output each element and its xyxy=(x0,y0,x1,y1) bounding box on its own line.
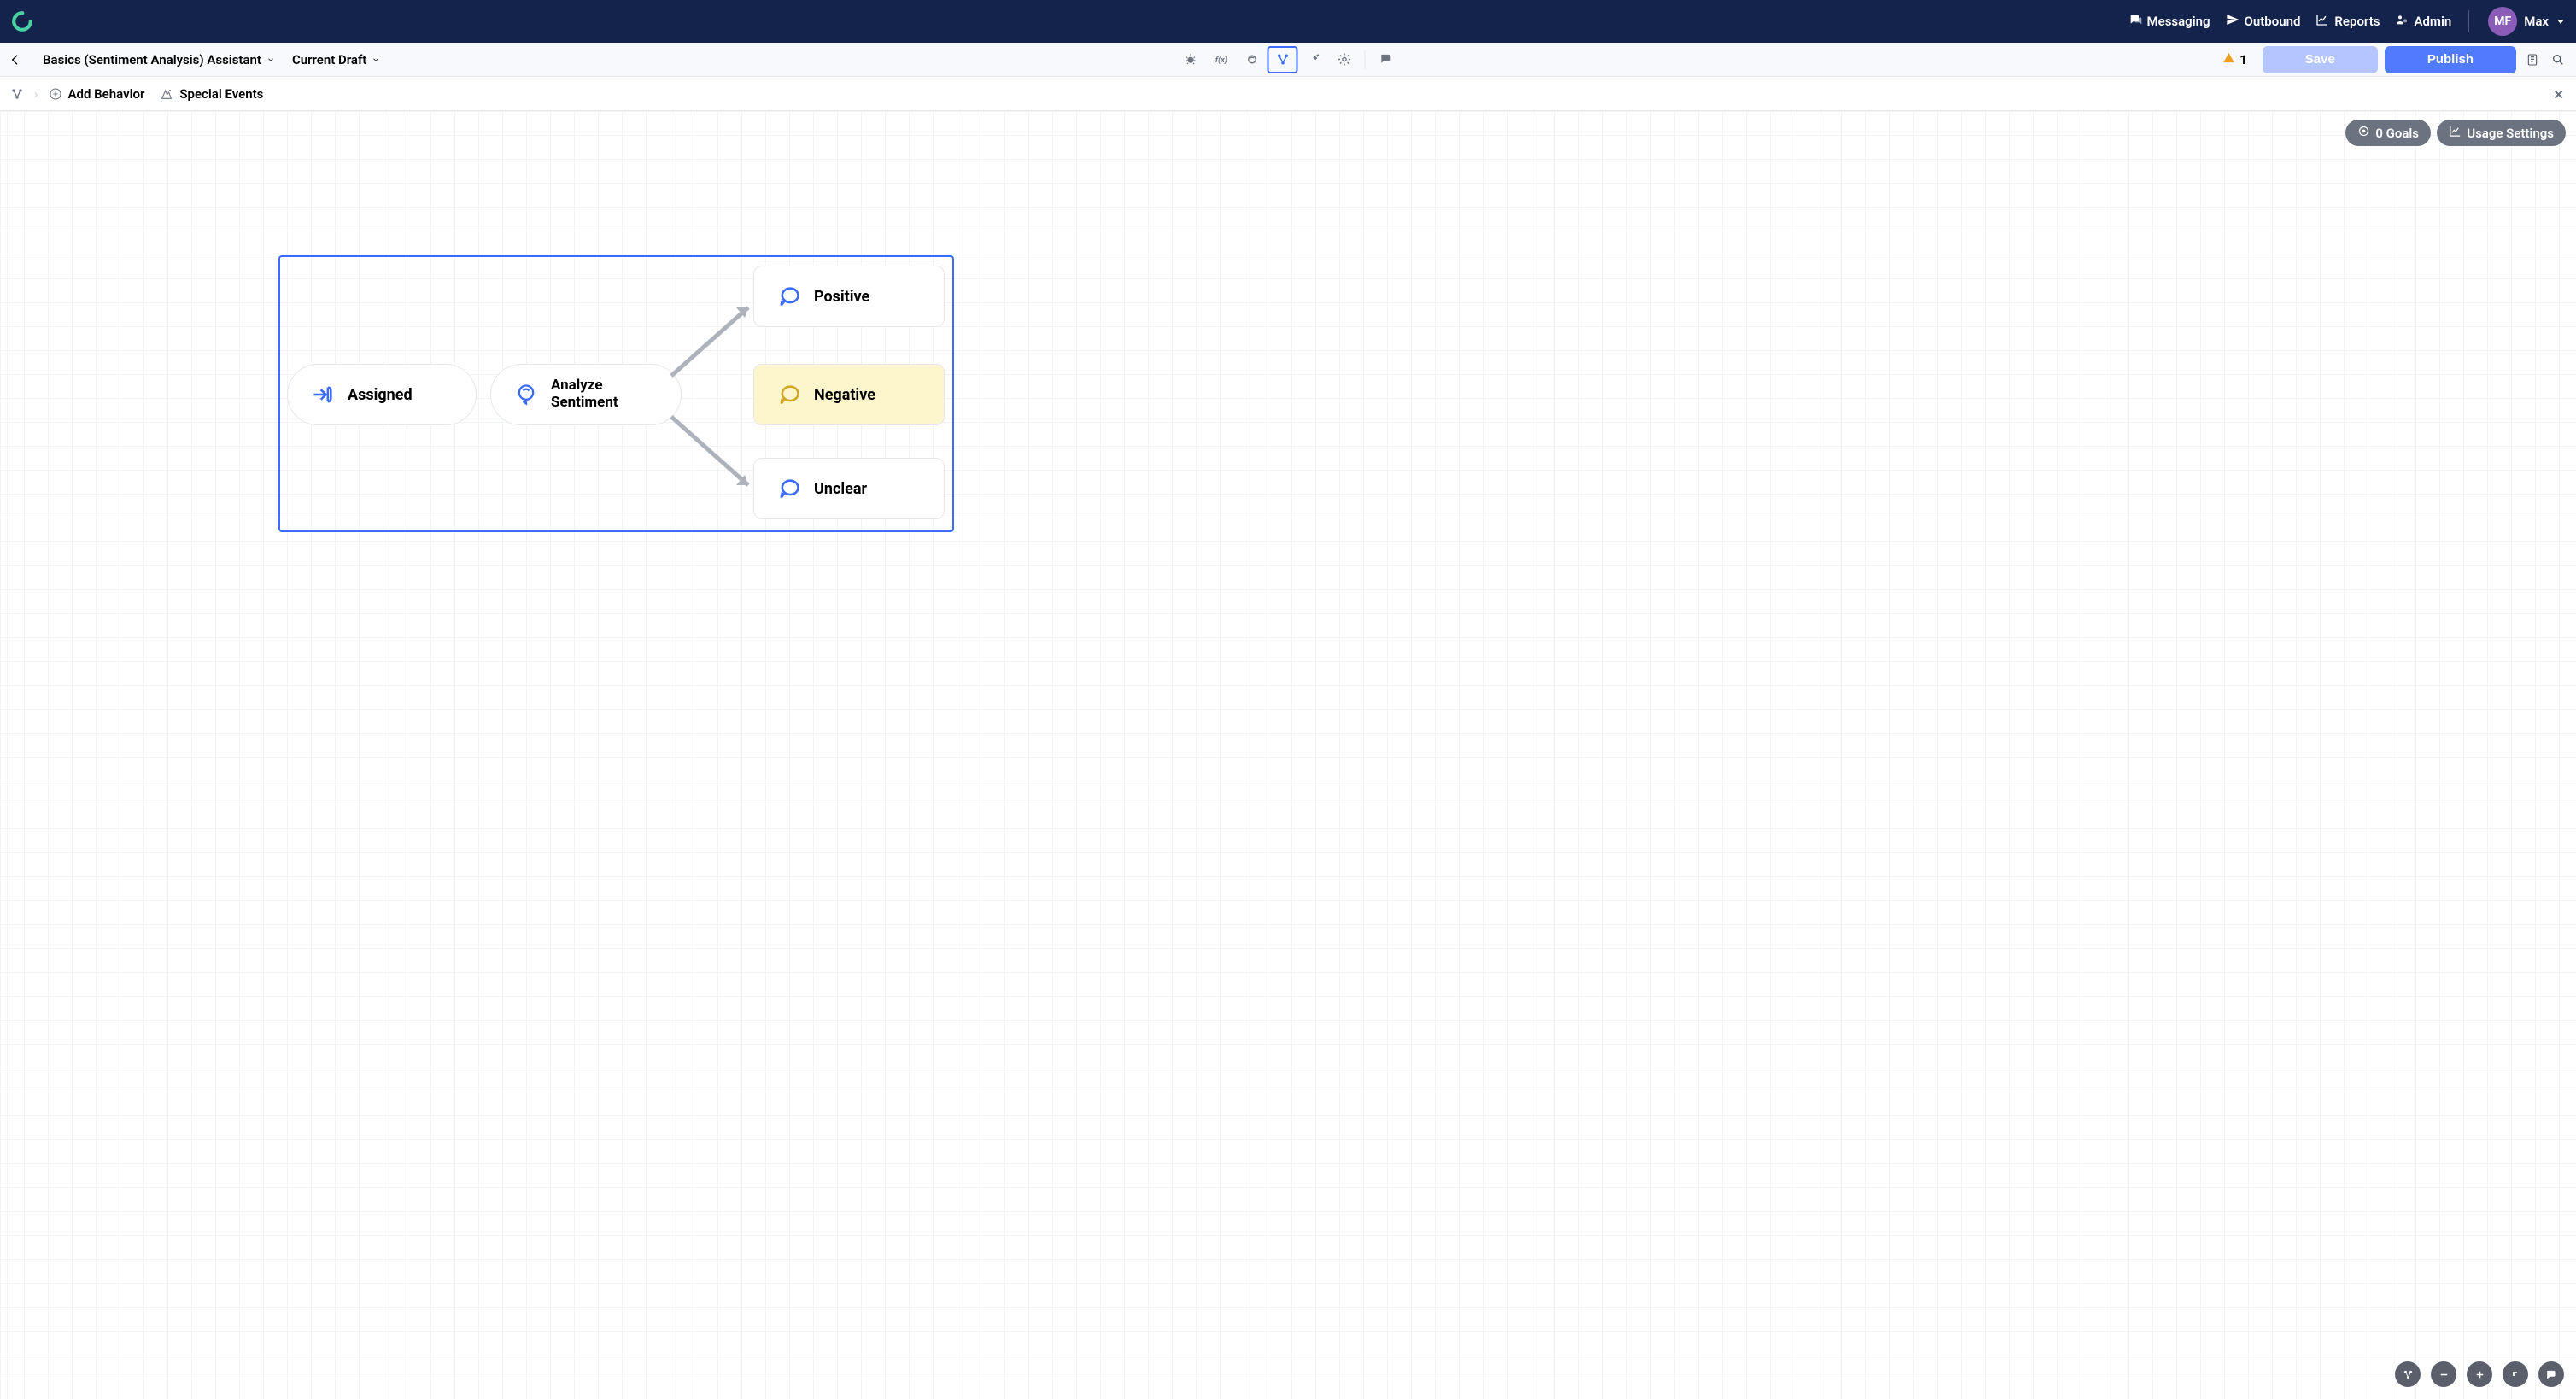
fit-view-button[interactable] xyxy=(2395,1361,2421,1387)
function-tool[interactable]: f(x) xyxy=(1206,46,1237,73)
avatar: MF xyxy=(2488,7,2517,36)
ai-tool[interactable] xyxy=(1237,46,1268,73)
nav-label: Reports xyxy=(2334,14,2380,29)
publish-button[interactable]: Publish xyxy=(2385,46,2516,73)
diagram-mode[interactable] xyxy=(10,87,24,101)
node-label-line: Analyze xyxy=(551,378,618,395)
special-events[interactable]: Special Events xyxy=(160,86,263,102)
nav-outbound[interactable]: Outbound xyxy=(2226,13,2301,30)
save-button[interactable]: Save xyxy=(2263,46,2378,73)
warning-number: 1 xyxy=(2239,52,2247,67)
chart-icon xyxy=(2449,125,2462,141)
node-unclear[interactable]: Unclear xyxy=(753,458,945,519)
notes-button[interactable] xyxy=(2523,50,2542,69)
pill-label: Usage Settings xyxy=(2467,126,2554,141)
comment-icon xyxy=(776,476,802,501)
comments-tool[interactable] xyxy=(1371,46,1402,73)
node-assigned[interactable]: Assigned xyxy=(287,364,477,425)
node-label: Negative xyxy=(814,386,875,404)
warning-icon xyxy=(2222,51,2235,67)
toolbar-right: 1 Save Publish xyxy=(2222,46,2567,73)
zoom-out-button[interactable] xyxy=(2431,1361,2456,1387)
top-nav: Messaging Outbound Reports Admin MF Max xyxy=(0,0,2576,43)
comment-icon xyxy=(776,382,802,407)
avatar-initials: MF xyxy=(2494,15,2511,28)
fullscreen-button[interactable] xyxy=(2503,1361,2528,1387)
user-menu[interactable]: MF Max xyxy=(2488,7,2564,36)
chat-button[interactable] xyxy=(2538,1361,2564,1387)
breadcrumb-assistant[interactable]: Basics (Sentiment Analysis) Assistant xyxy=(34,52,284,67)
warning-count[interactable]: 1 xyxy=(2222,51,2247,67)
pill-label: 0 Goals xyxy=(2375,126,2419,141)
app-logo[interactable] xyxy=(10,9,34,33)
breadcrumb-label: Current Draft xyxy=(292,52,366,67)
target-icon xyxy=(2357,125,2370,141)
nav-label: Outbound xyxy=(2245,14,2301,29)
goals-pill[interactable]: 0 Goals xyxy=(2345,120,2431,146)
paper-plane-icon xyxy=(2226,13,2239,30)
breadcrumb-label: Basics (Sentiment Analysis) Assistant xyxy=(43,52,261,67)
toolbar-tool-group: f(x) xyxy=(1175,46,1402,73)
strip-label: Special Events xyxy=(179,86,263,102)
strip-label: Add Behavior xyxy=(68,86,145,102)
close-button[interactable]: ✕ xyxy=(2553,87,2564,102)
chevron-right-icon: › xyxy=(34,86,38,102)
canvas-controls xyxy=(2395,1361,2564,1387)
node-negative[interactable]: Negative xyxy=(753,364,945,425)
node-label: Unclear xyxy=(814,480,867,498)
nav-messaging[interactable]: Messaging xyxy=(2128,13,2210,30)
node-label: Positive xyxy=(814,288,869,306)
usage-settings-pill[interactable]: Usage Settings xyxy=(2437,120,2566,146)
nav-reports[interactable]: Reports xyxy=(2315,13,2380,30)
settings-tool[interactable] xyxy=(1329,46,1360,73)
chevron-down-icon xyxy=(2557,20,2564,24)
brain-icon xyxy=(513,382,539,407)
svg-text:f(x): f(x) xyxy=(1215,56,1227,65)
arrow-in-icon xyxy=(310,382,336,407)
nav-label: Messaging xyxy=(2147,14,2210,29)
toolbar: Basics (Sentiment Analysis) Assistant Cu… xyxy=(0,43,2576,77)
user-name: Max xyxy=(2524,14,2549,29)
chart-line-icon xyxy=(2315,13,2329,30)
nav-admin[interactable]: Admin xyxy=(2395,13,2451,30)
back-button[interactable] xyxy=(9,53,22,67)
add-behavior[interactable]: Add Behavior xyxy=(49,86,145,102)
canvas[interactable]: 0 Goals Usage Settings Assigned Analyze … xyxy=(0,111,2576,1399)
zoom-in-button[interactable] xyxy=(2467,1361,2492,1387)
node-label-line: Sentiment xyxy=(551,395,618,412)
comment-icon xyxy=(776,284,802,309)
search-button[interactable] xyxy=(2549,50,2567,69)
nav-label: Admin xyxy=(2414,14,2451,29)
breadcrumb-draft[interactable]: Current Draft xyxy=(284,52,389,67)
node-positive[interactable]: Positive xyxy=(753,266,945,327)
flow-tool[interactable] xyxy=(1268,46,1298,73)
toolbar-separator xyxy=(1365,50,1366,69)
tools-tool[interactable] xyxy=(1298,46,1329,73)
node-analyze-sentiment[interactable]: Analyze Sentiment xyxy=(490,364,682,425)
nav-divider xyxy=(2468,10,2469,32)
node-label: Analyze Sentiment xyxy=(551,378,618,411)
users-cog-icon xyxy=(2395,13,2409,30)
bug-tool[interactable] xyxy=(1175,46,1206,73)
node-label: Assigned xyxy=(348,386,413,404)
comments-icon xyxy=(2128,13,2142,30)
secondary-strip: › Add Behavior Special Events ✕ xyxy=(0,77,2576,111)
